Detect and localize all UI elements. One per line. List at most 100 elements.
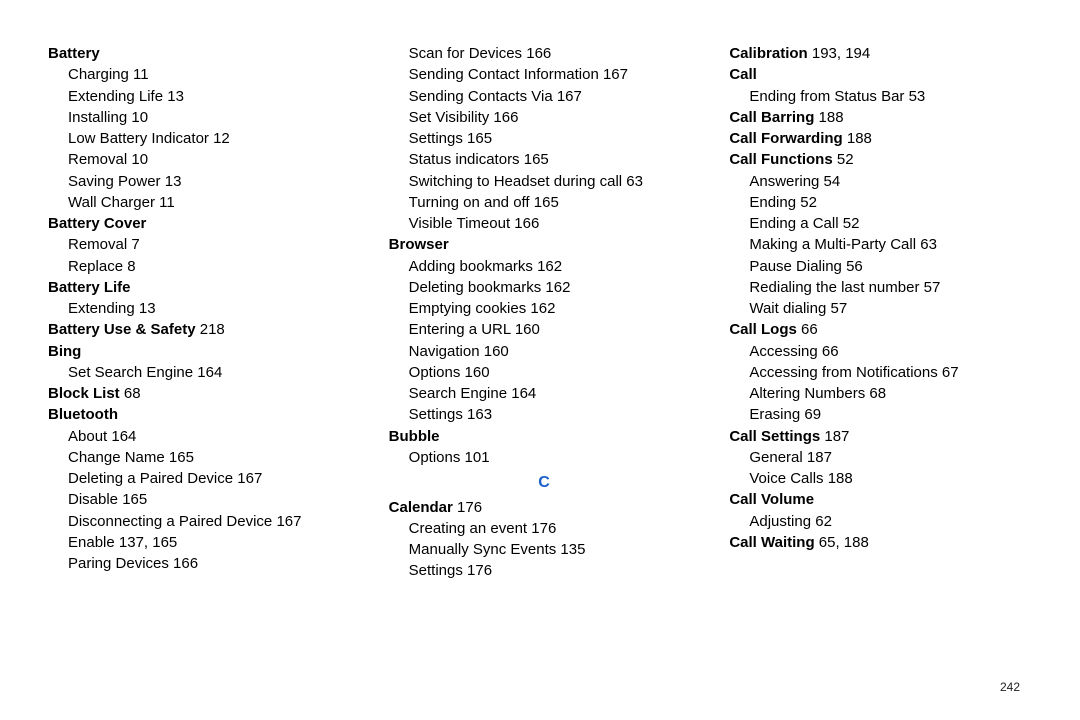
index-entry-label: Voice Calls — [749, 470, 823, 487]
index-entry-label: Search Engine — [409, 385, 507, 402]
index-subentry: Status indicators 165 — [409, 150, 700, 170]
index-entry-label: Accessing from Notifications — [749, 364, 937, 381]
index-heading: Bluetooth — [48, 405, 359, 425]
index-entry-label: Removal — [68, 236, 127, 253]
index-entry-pages: 67 — [938, 364, 959, 381]
index-heading: Call Settings 187 — [729, 427, 1040, 447]
index-entry-label: Deleting bookmarks — [409, 279, 542, 296]
index-entry-pages: 10 — [127, 151, 148, 168]
index-subentry: Options 101 — [409, 448, 700, 468]
index-entry-pages: 165 — [520, 151, 549, 168]
index-heading: Calendar 176 — [389, 498, 700, 518]
index-entry-pages: 11 — [129, 66, 149, 83]
index-entry-label: Navigation — [409, 343, 480, 360]
index-entry-pages: 167 — [272, 513, 301, 530]
index-entry-pages: 165 — [530, 194, 559, 211]
index-entry-pages: 69 — [800, 406, 821, 423]
index-entry-label: Call Settings — [729, 428, 820, 445]
index-subentry: Emptying cookies 162 — [409, 299, 700, 319]
index-heading: Call Forwarding 188 — [729, 129, 1040, 149]
index-subentry: Sending Contact Information 167 — [409, 65, 700, 85]
index-subentry: Voice Calls 188 — [749, 469, 1040, 489]
index-entry-label: Switching to Headset during call — [409, 173, 622, 190]
index-entry-pages: 167 — [233, 470, 262, 487]
index-entry-pages: 176 — [527, 520, 556, 537]
index-entry-pages: 101 — [460, 449, 489, 466]
index-entry-pages: 66 — [818, 343, 839, 360]
index-entry-label: Battery Use & Safety — [48, 321, 196, 338]
index-entry-label: Extending — [68, 300, 135, 317]
index-entry-label: Call Logs — [729, 321, 797, 338]
index-entry-label: Adding bookmarks — [409, 258, 533, 275]
index-subentry: Removal 10 — [68, 150, 359, 170]
index-entry-label: Scan for Devices — [409, 45, 522, 62]
index-entry-pages: 165 — [165, 449, 194, 466]
index-entry-label: Options — [409, 449, 461, 466]
index-subentry: Answering 54 — [749, 172, 1040, 192]
index-entry-pages: 165 — [463, 130, 492, 147]
index-entry-label: Erasing — [749, 406, 800, 423]
index-entry-label: Settings — [409, 130, 463, 147]
index-entry-label: Battery — [48, 45, 100, 62]
index-column-3: Calibration 193, 194CallEnding from Stat… — [729, 44, 1040, 583]
index-subentry: Settings 176 — [409, 561, 700, 581]
index-entry-label: Disconnecting a Paired Device — [68, 513, 272, 530]
index-entry-label: Set Search Engine — [68, 364, 193, 381]
index-entry-pages: 160 — [460, 364, 489, 381]
index-entry-label: Status indicators — [409, 151, 520, 168]
index-heading: Call Barring 188 — [729, 108, 1040, 128]
index-column-2: Scan for Devices 166Sending Contact Info… — [389, 44, 700, 583]
index-entry-pages: 53 — [904, 88, 925, 105]
index-entry-pages: 166 — [522, 45, 551, 62]
index-entry-pages: 164 — [107, 428, 136, 445]
index-entry-pages: 162 — [533, 258, 562, 275]
index-subentry: Sending Contacts Via 167 — [409, 87, 700, 107]
index-entry-pages: 193, 194 — [808, 45, 871, 62]
index-subentry: Wall Charger 11 — [68, 193, 359, 213]
index-entry-label: Visible Timeout — [409, 215, 510, 232]
index-entry-pages: 63 — [916, 236, 937, 253]
index-entry-label: Deleting a Paired Device — [68, 470, 233, 487]
index-entry-label: Battery Life — [48, 279, 131, 296]
index-entry-label: Enable — [68, 534, 115, 551]
page-number: 242 — [1000, 679, 1020, 695]
index-entry-pages: 11 — [155, 194, 175, 211]
index-entry-pages: 12 — [209, 130, 230, 147]
index-entry-label: Manually Sync Events — [409, 541, 557, 558]
index-entry-label: Entering a URL — [409, 321, 511, 338]
index-entry-label: Bing — [48, 343, 81, 360]
index-subentry: Extending 13 — [68, 299, 359, 319]
index-subentry: Pause Dialing 56 — [749, 257, 1040, 277]
index-entry-label: Bubble — [389, 428, 440, 445]
index-subentry: Scan for Devices 166 — [409, 44, 700, 64]
index-entry-label: Wall Charger — [68, 194, 155, 211]
index-entry-label: Call Waiting — [729, 534, 814, 551]
index-entry-pages: 167 — [553, 88, 582, 105]
index-entry-label: General — [749, 449, 802, 466]
index-entry-label: Call Volume — [729, 491, 814, 508]
index-subentry: Wait dialing 57 — [749, 299, 1040, 319]
index-column-1: BatteryCharging 11Extending Life 13Insta… — [48, 44, 359, 583]
index-subentry: Adding bookmarks 162 — [409, 257, 700, 277]
index-subentry: Accessing from Notifications 67 — [749, 363, 1040, 383]
index-heading: Browser — [389, 235, 700, 255]
index-entry-label: About — [68, 428, 107, 445]
index-entry-label: Accessing — [749, 343, 817, 360]
index-entry-label: Removal — [68, 151, 127, 168]
index-subentry: Accessing 66 — [749, 342, 1040, 362]
index-subentry: Extending Life 13 — [68, 87, 359, 107]
index-subentry: Turning on and off 165 — [409, 193, 700, 213]
index-entry-pages: 63 — [622, 173, 643, 190]
index-subentry: Saving Power 13 — [68, 172, 359, 192]
index-subentry: Altering Numbers 68 — [749, 384, 1040, 404]
index-subentry: Settings 165 — [409, 129, 700, 149]
index-heading: Call Logs 66 — [729, 320, 1040, 340]
index-entry-pages: 188 — [814, 109, 843, 126]
index-subentry: Making a Multi-Party Call 63 — [749, 235, 1040, 255]
index-entry-label: Call Functions — [729, 151, 832, 168]
index-heading: Battery — [48, 44, 359, 64]
index-entry-pages: 166 — [510, 215, 539, 232]
index-subentry: Set Search Engine 164 — [68, 363, 359, 383]
index-entry-pages: 162 — [526, 300, 555, 317]
section-letter: C — [389, 472, 700, 494]
